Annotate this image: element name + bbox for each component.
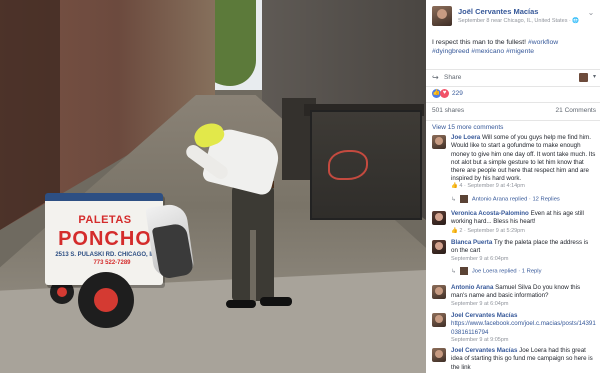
reply-summary[interactable]: ↳ Antonio Arana replied · 12 Replies: [451, 195, 560, 203]
comment-time[interactable]: September 9 at 4:14pm: [467, 183, 524, 189]
caret-down-icon[interactable]: ▾: [593, 73, 596, 80]
commenter-name[interactable]: Joel Cervantes Macías: [451, 347, 517, 354]
commenter-avatar[interactable]: [432, 285, 446, 299]
comment-meta: 👍 2 · September 9 at 5:29pm: [451, 228, 525, 234]
post-header: Joël Cervantes Macías September 8 near C…: [432, 6, 596, 36]
share-row: ↪ Share ▾: [432, 73, 596, 85]
post-body: I respect this man to the fullest!: [432, 39, 527, 46]
comment-time[interactable]: September 9 at 6:04pm: [451, 256, 508, 262]
replier-avatar: [459, 195, 468, 203]
man-shoe-left: [226, 300, 256, 308]
comment-like-count: 2: [459, 228, 463, 234]
comment-item: Antonio Arana Samuel Silva Do you know t…: [432, 284, 596, 310]
divider: [426, 86, 600, 87]
cart-brand-top: PALETAS: [78, 214, 132, 226]
comment-item: Joe Loera Will some of you guys help me …: [432, 134, 596, 206]
commenter-name[interactable]: Blanca Puerta: [451, 239, 492, 246]
graffiti: [328, 150, 368, 180]
comment-time[interactable]: September 9 at 5:29pm: [467, 228, 524, 234]
share-count[interactable]: 501 shares: [432, 107, 464, 114]
comment-text: Joel Cervantes Macías Joe Loera had this…: [451, 347, 596, 372]
comment-item: Joel Cervantes Macías Joe Loera had this…: [432, 347, 596, 373]
comment-item: Joel Cervantes Macías https://www.facebo…: [432, 312, 596, 344]
comment-meta: September 9 at 6:04pm: [451, 301, 508, 307]
viewer-avatar[interactable]: [579, 73, 588, 82]
commenter-name[interactable]: Antonio Arana: [451, 284, 493, 291]
post-author-link[interactable]: Joël Cervantes Macías: [458, 7, 538, 16]
cart-brand: PONCHO: [58, 228, 152, 250]
comment-text: Joe Loera Will some of you guys help me …: [451, 134, 596, 184]
chevron-down-icon[interactable]: ⌄: [586, 8, 596, 18]
comment-text: Joel Cervantes Macías https://www.facebo…: [451, 312, 596, 337]
comment-meta: 👍 4 · September 9 at 4:14pm: [451, 183, 525, 189]
post-side-panel: Joël Cervantes Macías September 8 near C…: [426, 0, 600, 373]
commenter-name[interactable]: Joe Loera: [451, 134, 480, 141]
reply-text[interactable]: Antonio Arana replied · 12 Replies: [472, 197, 560, 203]
commenter-avatar[interactable]: [432, 211, 446, 225]
commenter-avatar[interactable]: [432, 240, 446, 254]
comment-text: Antonio Arana Samuel Silva Do you know t…: [451, 284, 596, 301]
post-meta: September 8 near Chicago, IL, United Sta…: [458, 18, 580, 24]
reply-arrow-icon: ↳: [451, 268, 456, 275]
comment-count[interactable]: 21 Comments: [556, 107, 596, 114]
comment-meta: September 9 at 6:04pm: [451, 256, 508, 262]
share-button[interactable]: Share: [444, 74, 461, 81]
reaction-count[interactable]: 229: [452, 90, 463, 97]
divider: [426, 102, 600, 103]
like-icon[interactable]: 👍: [451, 228, 458, 234]
post-stats: 501 shares 21 Comments: [432, 107, 596, 117]
cart-wheel: [78, 272, 134, 328]
comment-like-count: 4: [459, 183, 463, 189]
legs-gap: [250, 230, 256, 302]
reply-text[interactable]: Joe Loera replied · 1 Reply: [472, 269, 542, 275]
comment-time[interactable]: September 9 at 6:04pm: [451, 301, 508, 307]
commenter-name[interactable]: Joel Cervantes Macías: [451, 312, 517, 319]
author-avatar[interactable]: [432, 6, 452, 26]
commenter-name[interactable]: Veronica Acosta-Palomino: [451, 210, 529, 217]
man-shoe-right: [260, 297, 292, 306]
commenter-avatar[interactable]: [432, 348, 446, 362]
love-reaction-icon: ♥: [440, 89, 449, 98]
comment-body: Will some of you guys help me find him. …: [451, 134, 596, 183]
comment-text: Blanca Puerta Try the paleta place the a…: [451, 239, 596, 256]
commenter-avatar[interactable]: [432, 313, 446, 327]
share-icon[interactable]: ↪: [432, 73, 439, 82]
like-icon[interactable]: 👍: [451, 183, 458, 189]
comment-text: Veronica Acosta-Palomino Even at his age…: [451, 210, 596, 227]
divider: [426, 120, 600, 121]
cart-address: 2513 S. PULASKI RD. CHICAGO, IL: [55, 252, 155, 258]
reply-arrow-icon: ↳: [451, 196, 456, 203]
cart-phone: 773 522-7289: [93, 260, 131, 266]
comment-time[interactable]: September 9 at 9:05pm: [451, 337, 508, 343]
view-more-comments-link[interactable]: View 15 more comments: [432, 124, 503, 131]
comment-meta: September 9 at 9:05pm: [451, 337, 508, 343]
comment-item: Blanca Puerta Try the paleta place the a…: [432, 239, 596, 279]
comment-link[interactable]: https://www.facebook.com/joel.c.macias/p…: [451, 320, 596, 335]
reply-summary[interactable]: ↳ Joe Loera replied · 1 Reply: [451, 267, 541, 275]
commenter-avatar[interactable]: [432, 135, 446, 149]
comment-item: Veronica Acosta-Palomino Even at his age…: [432, 210, 596, 238]
replier-avatar: [459, 267, 468, 275]
divider: [426, 69, 600, 70]
post-photo[interactable]: PALETAS PONCHO 2513 S. PULASKI RD. CHICA…: [0, 0, 426, 373]
post-text: I respect this man to the fullest! #work…: [432, 38, 596, 56]
